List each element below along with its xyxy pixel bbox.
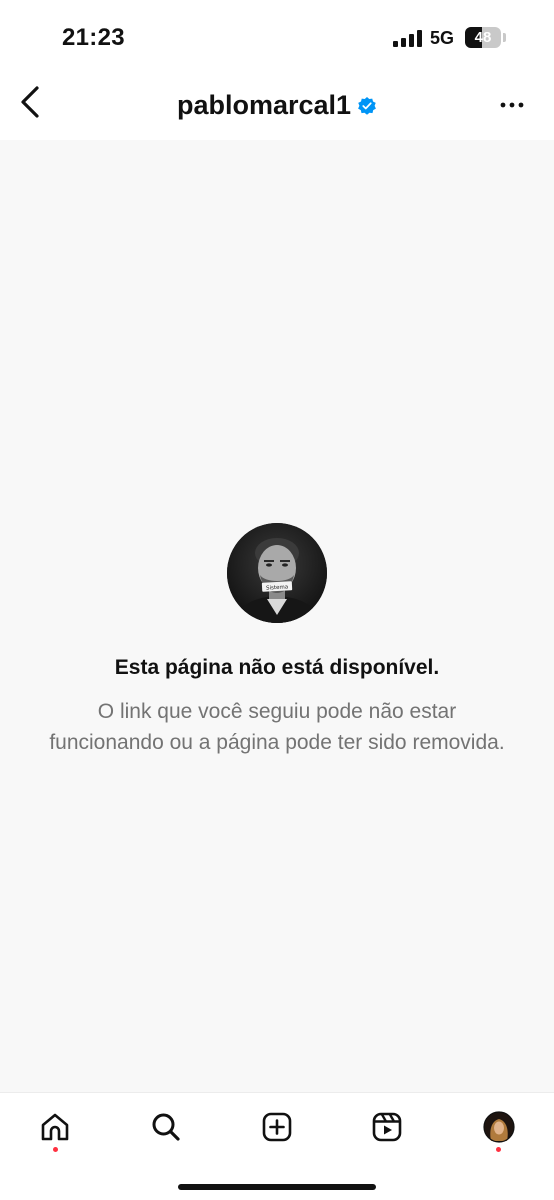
- create-icon: [262, 1112, 292, 1142]
- battery-tip: [503, 33, 506, 42]
- home-notification-dot: [53, 1147, 58, 1152]
- reels-icon: [372, 1112, 402, 1142]
- status-bar: 21:23 5G 48: [0, 0, 554, 72]
- header-title-group: pablomarcal1: [0, 90, 554, 121]
- tab-profile[interactable]: [479, 1107, 519, 1147]
- profile-avatar: Sistema: [227, 523, 327, 623]
- cellular-signal-icon: [393, 29, 423, 47]
- unavailable-page-content: Sistema Esta página não está disponível.…: [0, 140, 554, 1092]
- profile-notification-dot: [496, 1147, 501, 1152]
- tab-reels[interactable]: [367, 1107, 407, 1147]
- battery-percent: 48: [474, 29, 492, 46]
- profile-avatar-icon: [483, 1111, 515, 1143]
- photo-tape-text: Sistema: [266, 584, 288, 591]
- profile-photo: Sistema: [227, 523, 327, 623]
- more-options-button[interactable]: [492, 88, 532, 122]
- network-type: 5G: [430, 28, 455, 48]
- error-title: Esta página não está disponível.: [114, 656, 440, 679]
- home-indicator: [178, 1184, 376, 1190]
- status-time: 21:23: [62, 24, 125, 51]
- app-screen: 21:23 5G 48 pablomarcal1 Sistema Esta pá…: [0, 0, 554, 1200]
- home-icon: [41, 1113, 69, 1141]
- error-message: O link que você seguiu pode não estar fu…: [49, 700, 505, 754]
- tab-search[interactable]: [146, 1107, 186, 1147]
- search-icon: [152, 1113, 180, 1141]
- more-horizontal-icon: [500, 102, 524, 108]
- battery-icon: 48: [465, 27, 501, 48]
- profile-username: pablomarcal1: [176, 90, 352, 120]
- profile-header: pablomarcal1: [0, 72, 554, 140]
- tab-home[interactable]: [35, 1107, 75, 1147]
- verified-badge-icon: [358, 96, 376, 115]
- tab-create[interactable]: [257, 1107, 297, 1147]
